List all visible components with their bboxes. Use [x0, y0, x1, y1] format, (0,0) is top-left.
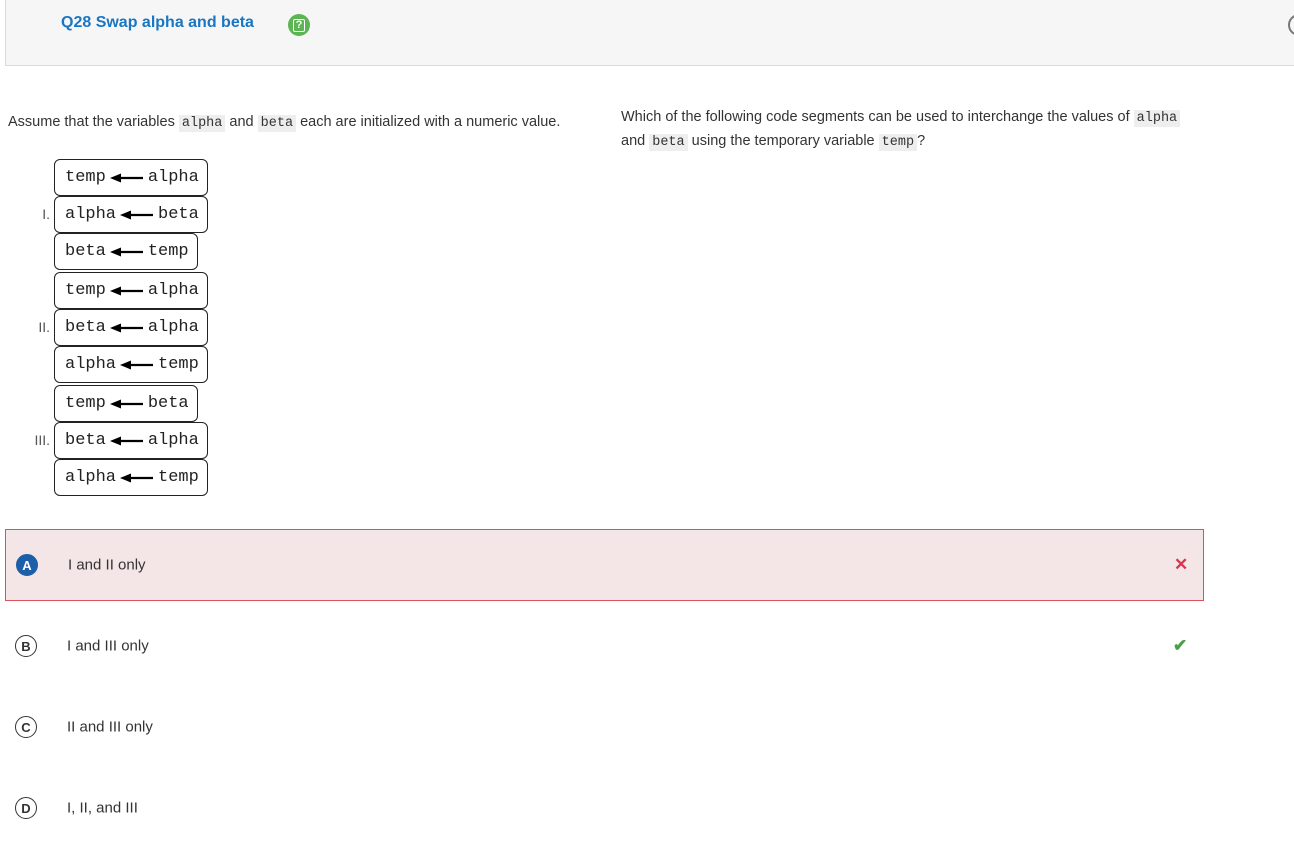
code-rhs: beta — [147, 394, 189, 413]
left-arrow-icon — [120, 473, 154, 482]
help-icon[interactable]: ? — [288, 14, 310, 36]
code-line: temp alpha — [54, 272, 208, 309]
code-rhs: temp — [158, 468, 199, 487]
stem-text: Which of the following code segments can… — [621, 109, 1134, 125]
stem-text: Assume that the variables — [8, 114, 179, 130]
code-variable-beta: beta — [649, 134, 688, 151]
code-line: temp beta — [54, 385, 198, 422]
incorrect-x-icon: ✕ — [1174, 555, 1189, 574]
code-line: temp alpha — [54, 159, 208, 196]
stem-text: ? — [917, 133, 926, 149]
code-lhs: temp — [65, 168, 106, 187]
answer-option-a[interactable]: A I and II only ✕ — [5, 529, 1204, 601]
question-stem-right: Which of the following code segments can… — [621, 106, 1181, 154]
code-rhs: alpha — [147, 431, 199, 450]
answer-text: I, II, and III — [67, 799, 138, 817]
question-title[interactable]: Q28 Swap alpha and beta — [61, 14, 254, 32]
answer-option-b[interactable]: B I and III only ✔ — [5, 610, 1204, 682]
stem-text: each are initialized with a numeric valu… — [296, 114, 561, 130]
code-variable-alpha: alpha — [178, 115, 226, 132]
stem-text: and — [225, 114, 258, 130]
code-variable-alpha: alpha — [1133, 110, 1181, 127]
segment-label-ii: II. — [38, 319, 50, 335]
answer-text: II and III only — [67, 718, 153, 736]
code-rhs: alpha — [147, 281, 199, 300]
left-arrow-icon — [109, 323, 143, 332]
segment-label-i: I. — [42, 206, 50, 222]
code-lhs: beta — [65, 318, 106, 337]
left-arrow-icon — [109, 173, 143, 182]
code-lhs: alpha — [65, 205, 117, 224]
segment-label-iii: III. — [34, 432, 50, 448]
answer-letter-badge: A — [16, 554, 38, 576]
code-rhs: temp — [158, 355, 199, 374]
answer-option-d[interactable]: D I, II, and III — [5, 772, 1204, 844]
code-lhs: beta — [65, 242, 106, 261]
code-lhs: temp — [65, 394, 106, 413]
code-variable-temp: temp — [878, 134, 918, 151]
stem-text: using the temporary variable — [687, 133, 879, 149]
code-lhs: alpha — [65, 355, 117, 374]
left-arrow-icon — [120, 360, 154, 369]
code-line: alpha beta — [54, 196, 208, 233]
stem-text: and — [621, 133, 650, 149]
code-line: beta alpha — [54, 309, 208, 346]
code-lhs: temp — [65, 281, 106, 300]
code-rhs: beta — [158, 205, 199, 224]
code-line: beta alpha — [54, 422, 208, 459]
code-rhs: alpha — [147, 168, 199, 187]
answer-letter-badge: D — [15, 797, 37, 819]
code-variable-beta: beta — [257, 115, 297, 132]
code-rhs: alpha — [147, 318, 199, 337]
left-arrow-icon — [109, 399, 143, 408]
answer-text: I and III only — [67, 637, 149, 655]
code-line: alpha temp — [54, 346, 208, 383]
answer-letter-badge: C — [15, 716, 37, 738]
question-header: Q28 Swap alpha and beta ? — [5, 0, 1294, 66]
code-lhs: beta — [65, 431, 106, 450]
correct-check-icon: ✔ — [1173, 636, 1188, 655]
answer-option-c[interactable]: C II and III only — [5, 691, 1204, 763]
left-arrow-icon — [120, 210, 154, 219]
help-icon-glyph: ? — [293, 18, 305, 32]
left-arrow-icon — [109, 286, 143, 295]
answer-text: I and II only — [68, 556, 146, 574]
left-arrow-icon — [109, 436, 143, 445]
code-line: beta temp — [54, 233, 198, 270]
code-lhs: alpha — [65, 468, 117, 487]
question-stem-left: Assume that the variables alpha and beta… — [8, 110, 588, 136]
code-line: alpha temp — [54, 459, 208, 496]
left-arrow-icon — [109, 247, 143, 256]
code-rhs: temp — [147, 242, 189, 261]
answer-letter-badge: B — [15, 635, 37, 657]
